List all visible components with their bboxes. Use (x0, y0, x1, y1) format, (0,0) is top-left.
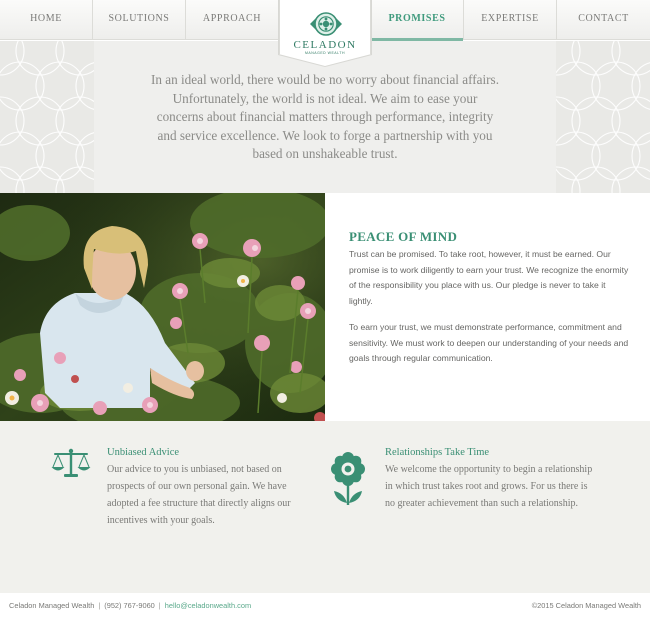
peace-of-mind-paragraph-2: To earn your trust, we must demonstrate … (349, 322, 629, 364)
peace-of-mind-section: PEACE OF MIND Trust can be promised. To … (325, 193, 650, 421)
nav-contact[interactable]: CONTACT (557, 0, 650, 40)
footer-email-link[interactable]: hello@celadonwealth.com (165, 601, 251, 610)
footer: Celadon Managed Wealth | (952) 767-9060 | he… (0, 593, 650, 618)
feature-title-relationships: Relationships Take Time (385, 447, 490, 458)
footer-separator: | (158, 601, 161, 610)
footer-contact: Celadon Managed Wealth | (952) 767-9060 | he… (9, 601, 251, 610)
logo-wordmark: CELADON (293, 39, 357, 51)
logo[interactable]: CELADON MANAGED WEALTH (279, 0, 371, 66)
nav-home[interactable]: HOME (0, 0, 93, 40)
features-section: Unbiased Advice Our advice to you is unb… (0, 421, 650, 593)
celadon-emblem-icon (310, 12, 342, 36)
feature-title-unbiased-advice: Unbiased Advice (107, 447, 180, 458)
flower-icon (331, 452, 365, 505)
decorative-pattern-right (556, 41, 650, 193)
gardening-woman-photo (0, 193, 325, 421)
peace-of-mind-heading: PEACE OF MIND (349, 229, 458, 244)
footer-separator: | (98, 601, 101, 610)
logo-tagline: MANAGED WEALTH (305, 51, 345, 55)
nav-solutions[interactable]: SOLUTIONS (93, 0, 186, 40)
footer-company-name: Celadon Managed Wealth (9, 601, 95, 610)
decorative-pattern-left (0, 41, 94, 193)
footer-phone[interactable]: (952) 767-9060 (104, 601, 155, 610)
feature-text-relationships: We welcome the opportunity to begin a re… (385, 464, 593, 509)
nav-promises[interactable]: PROMISES (371, 0, 464, 41)
footer-copyright: ©2015 Celadon Managed Wealth (531, 601, 641, 610)
scales-icon (51, 448, 91, 477)
nav-expertise[interactable]: EXPERTISE (464, 0, 557, 40)
peace-of-mind-paragraph-1: Trust can be promised. To take root, how… (349, 249, 629, 307)
feature-text-unbiased-advice: Our advice to you is unbiased, not based… (107, 464, 291, 526)
nav-promises-label: PROMISES (388, 13, 446, 24)
hero-statement: In an ideal world, there would be no wor… (150, 72, 499, 161)
nav-approach[interactable]: APPROACH (186, 0, 279, 40)
